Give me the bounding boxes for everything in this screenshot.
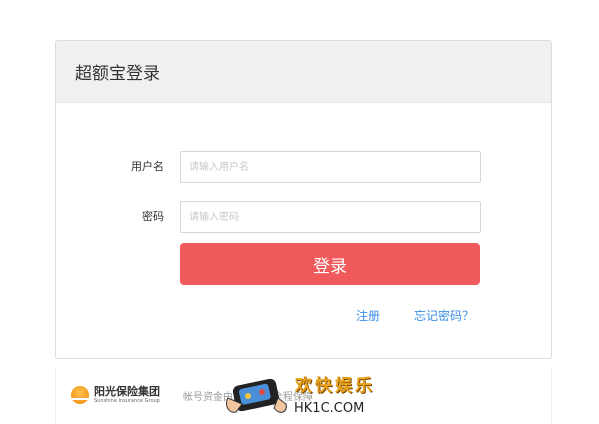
password-label: 密码: [142, 210, 164, 223]
login-button[interactable]: 登录: [180, 243, 480, 285]
password-row: 密码: [56, 201, 551, 233]
password-input[interactable]: [180, 201, 481, 233]
register-link[interactable]: 注册: [356, 307, 380, 324]
forgot-password-link[interactable]: 忘记密码？: [414, 307, 474, 324]
login-panel: 超额宝登录 用户名 密码 登录 注册 忘记密码？: [55, 40, 552, 359]
watermark-url: HK1C.COM: [294, 401, 365, 416]
username-label: 用户名: [131, 160, 164, 173]
gamepad-hand-icon: [225, 378, 287, 413]
page-title: 超额宝登录: [75, 64, 160, 84]
brand-name: 阳光保险集团: [94, 385, 160, 398]
username-input[interactable]: [180, 151, 481, 183]
panel-header: 超额宝登录: [56, 41, 551, 103]
sun-logo-icon: [71, 386, 89, 404]
brand-logo: 阳光保险集团 Sunshine Insurance Group: [71, 385, 160, 405]
brand-name-en: Sunshine Insurance Group: [94, 398, 160, 404]
watermark-title: 欢快娱乐: [295, 376, 375, 396]
watermark: 欢快娱乐 HK1C.COM: [222, 368, 392, 424]
username-row: 用户名: [56, 151, 551, 183]
